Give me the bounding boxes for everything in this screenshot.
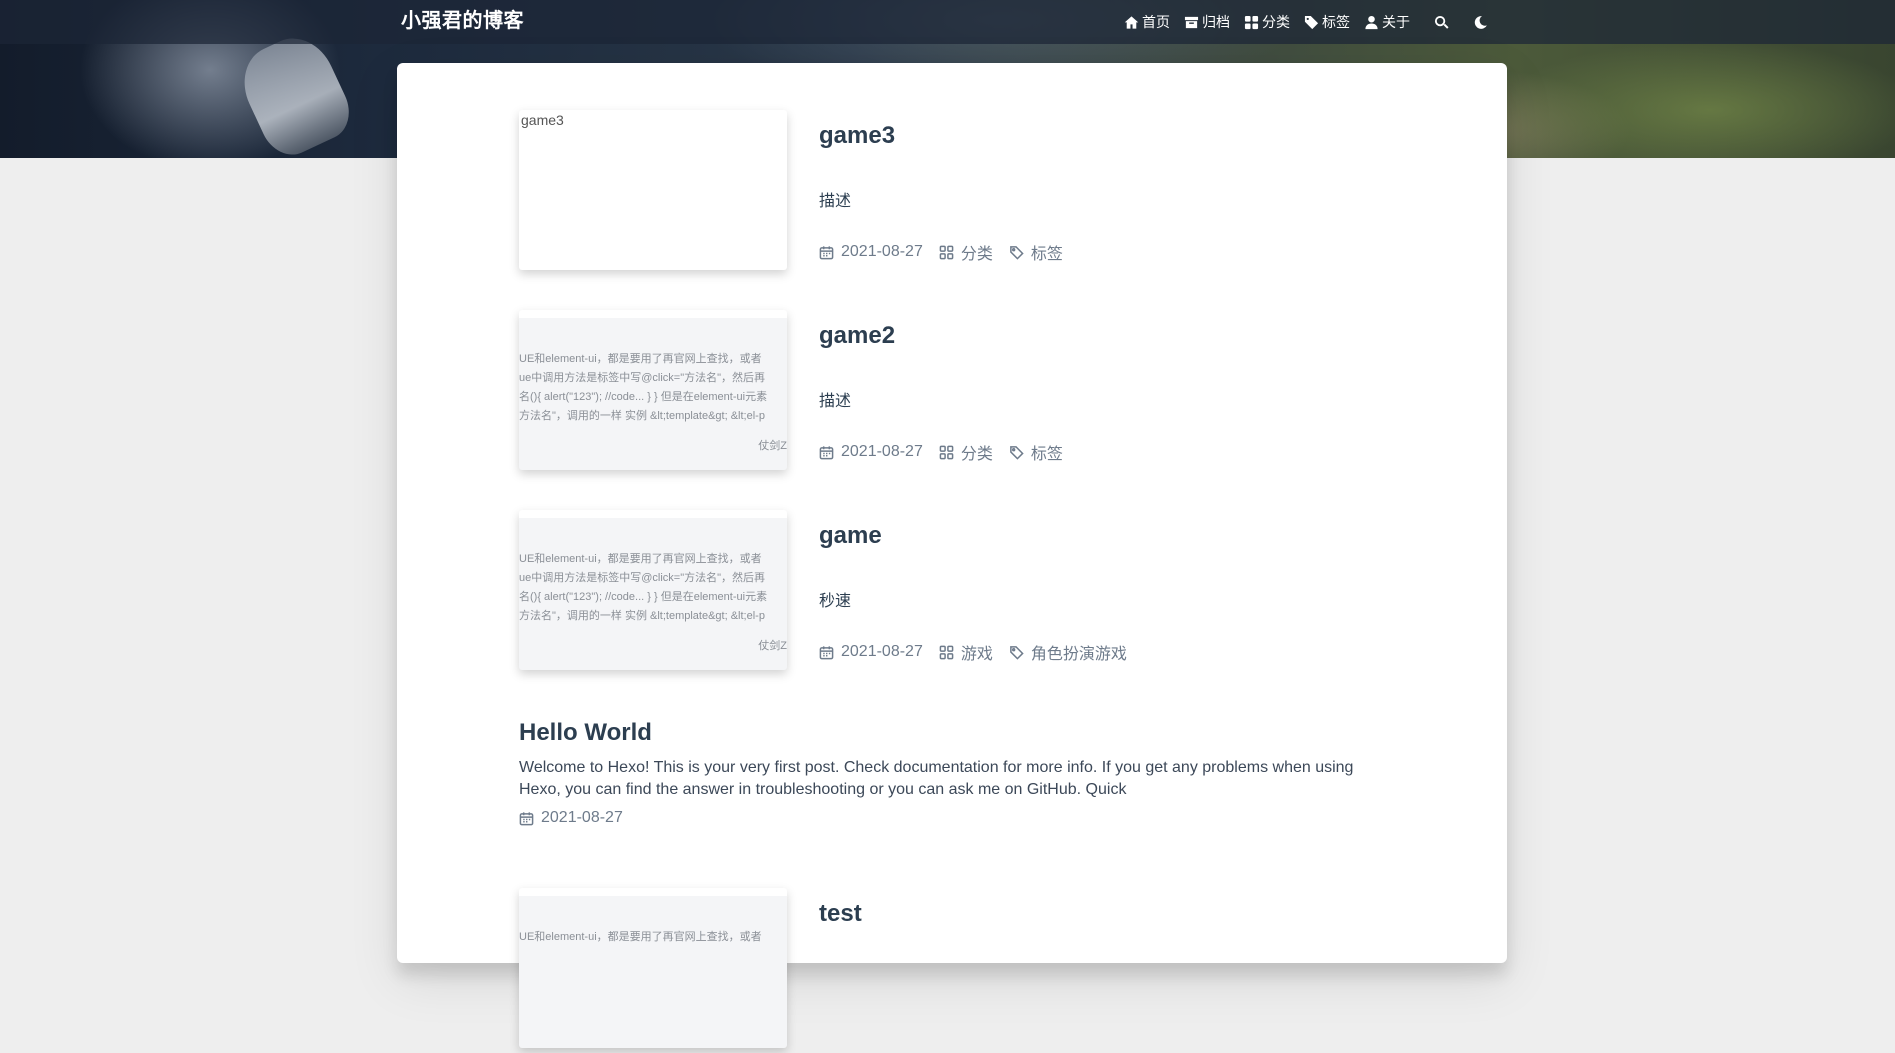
post-tag-link[interactable]: 标签 [1031,240,1063,264]
post-category-link[interactable]: 分类 [961,440,993,464]
nav-item-label: 首页 [1142,14,1170,30]
nav-menu: 首页 归档 分类 标签 关于 [1124,0,1502,44]
calendar-icon [819,645,834,659]
banner-landscape [1500,40,1895,158]
thumbnail-text-line: ue中调用方法是标签中写@click="方法名"，然后再 [519,572,766,584]
moon-icon [1474,15,1487,29]
post-date: 2021-08-27 [819,643,923,661]
post-excerpt: Welcome to Hexo! This is your very first… [519,759,1354,798]
thumbnail-text-line: 方法名"，调用的一样 实例 &lt;template&gt; &lt;el-p [519,610,765,622]
post-tags: 标签 [1009,440,1063,464]
post-date: 2021-08-27 [819,443,923,461]
post-category-link[interactable]: 游戏 [961,640,993,664]
post-tags: 角色扮演游戏 [1009,640,1127,664]
thumbnail-header-strip [519,310,787,318]
post-thumbnail[interactable]: UE和element-ui，都是要用了再官网上查找，或者 ue中调用方法是标签中… [519,310,787,470]
calendar-icon [519,811,534,825]
post-title[interactable]: game3 [819,122,895,150]
post-title[interactable]: game [819,522,882,550]
site-title[interactable]: 小强君的博客 [401,9,524,33]
post-description: 描述 [819,193,852,210]
thumbnail-text-line: 名(){ alert("123"); //code... } } 但是在elem… [519,391,768,403]
post-item: game3 game3 描述 2021-08-27 分类 标签 [519,110,1419,275]
user-icon [1365,15,1378,29]
tag-icon [1009,245,1024,260]
post-item: Hello World Welcome to Hexo! This is you… [519,719,1419,829]
category-icon [939,445,954,459]
post-category-link[interactable]: 分类 [961,240,993,264]
post-thumbnail[interactable]: UE和element-ui，都是要用了再官网上查找，或者 [519,888,787,1048]
post-description: 描述 [819,393,852,410]
post-title[interactable]: test [819,900,862,928]
thumbnail-text-line: UE和element-ui，都是要用了再官网上查找，或者 [519,353,762,365]
thumbnail-text-line: 名(){ alert("123"); //code... } } 但是在elem… [519,591,768,603]
nav-item-home[interactable]: 首页 [1124,12,1170,32]
post-title[interactable]: Hello World [519,719,652,747]
post-tag-link[interactable]: 角色扮演游戏 [1031,640,1127,664]
post-category: 分类 [939,440,993,464]
post-meta: 2021-08-27 分类 标签 [819,240,1079,264]
thumbnail-text-line: UE和element-ui，都是要用了再官网上查找，或者 [519,931,762,943]
theme-toggle-button[interactable] [1473,15,1488,30]
nav-item-tags[interactable]: 标签 [1304,12,1350,32]
thumbnail-text-line: ue中调用方法是标签中写@click="方法名"，然后再 [519,372,766,384]
category-icon [939,245,954,259]
home-icon [1124,15,1139,29]
nav-item-about[interactable]: 关于 [1364,12,1410,32]
post-item: UE和element-ui，都是要用了再官网上查找，或者 ue中调用方法是标签中… [519,510,1419,675]
nav-item-label: 归档 [1202,14,1230,30]
thumbnail-header-strip [519,888,787,896]
post-date-text: 2021-08-27 [841,443,923,460]
post-date: 2021-08-27 [519,809,623,827]
nav-item-label: 标签 [1322,14,1350,30]
post-description: 秒速 [819,593,852,610]
navbar: 小强君的博客 首页 归档 分类 标签 关于 [0,0,1895,44]
calendar-icon [819,445,834,459]
nav-item-label: 分类 [1262,14,1290,30]
post-date-text: 2021-08-27 [841,243,923,260]
thumbnail-text-line: UE和element-ui，都是要用了再官网上查找，或者 [519,553,762,565]
archive-icon [1184,16,1199,28]
post-title[interactable]: game2 [819,322,895,350]
post-tags: 标签 [1009,240,1063,264]
image-alt-text: game3 [521,112,564,128]
post-date: 2021-08-27 [819,243,923,261]
thumbnail-author: 仗剑Z [758,440,787,452]
post-thumbnail[interactable]: game3 [519,110,787,270]
nav-item-label: 关于 [1382,14,1410,30]
category-icon [939,645,954,659]
post-meta: 2021-08-27 游戏 角色扮演游戏 [819,640,1143,664]
post-list-board: game3 game3 描述 2021-08-27 分类 标签 UE和eleme… [397,63,1507,1048]
post-item: UE和element-ui，都是要用了再官网上查找，或者 ue中调用方法是标签中… [519,310,1419,475]
post-thumbnail[interactable]: UE和element-ui，都是要用了再官网上查找，或者 ue中调用方法是标签中… [519,510,787,670]
nav-item-archive[interactable]: 归档 [1184,12,1230,32]
post-category: 游戏 [939,640,993,664]
post-item: UE和element-ui，都是要用了再官网上查找，或者 test [519,888,1419,1053]
thumbnail-text-line: 方法名"，调用的一样 实例 &lt;template&gt; &lt;el-p [519,410,765,422]
tag-icon [1009,645,1024,660]
calendar-icon [819,245,834,259]
post-tag-link[interactable]: 标签 [1031,440,1063,464]
category-icon [1244,15,1259,29]
thumbnail-header-strip [519,510,787,518]
search-icon [1434,15,1449,29]
post-date-text: 2021-08-27 [541,809,623,826]
post-meta: 2021-08-27 分类 标签 [819,440,1079,464]
post-date-text: 2021-08-27 [841,643,923,660]
broken-image-alt: game3 [521,112,564,128]
search-button[interactable] [1434,15,1449,30]
nav-item-categories[interactable]: 分类 [1244,12,1290,32]
thumbnail-author: 仗剑Z [758,640,787,652]
post-category: 分类 [939,240,993,264]
tag-icon [1009,445,1024,460]
tag-icon [1304,15,1319,29]
